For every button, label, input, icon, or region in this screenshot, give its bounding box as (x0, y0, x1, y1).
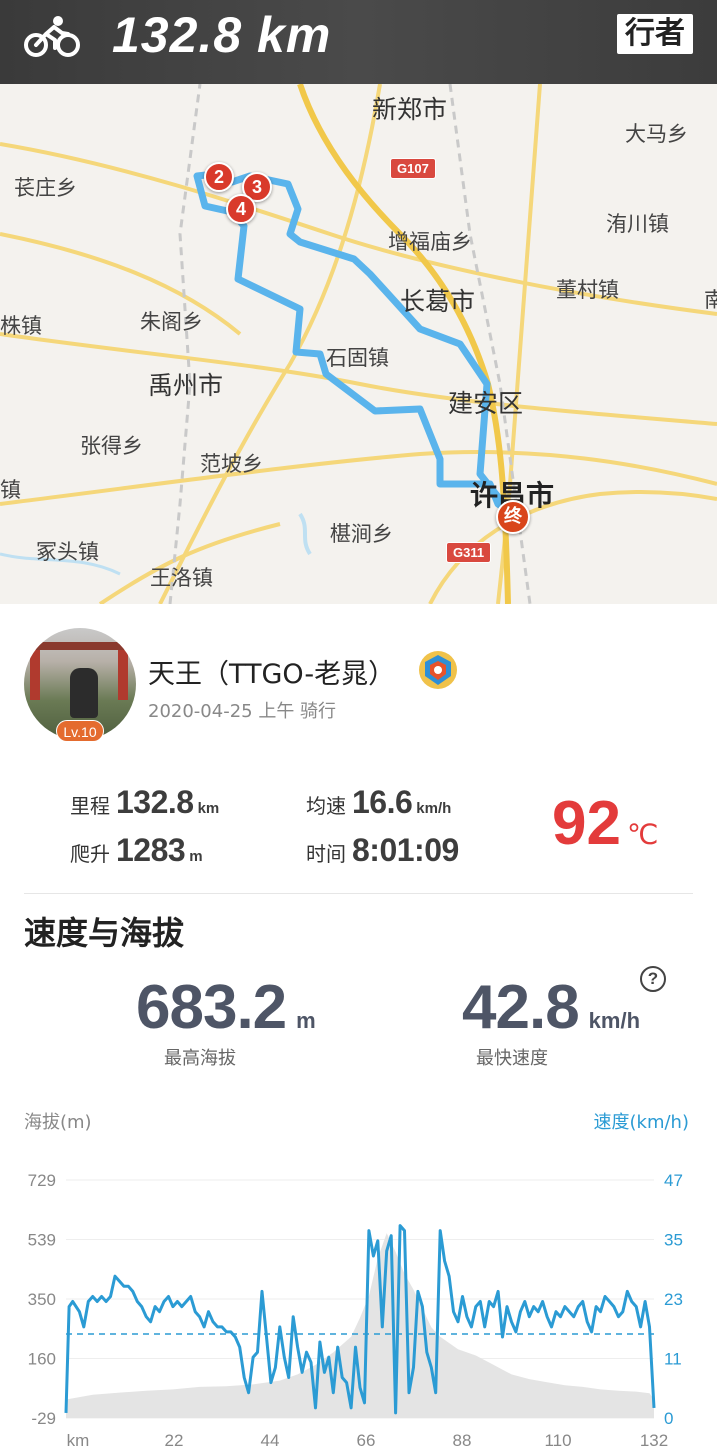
left-tick-label: 729 (28, 1171, 56, 1190)
max-altitude-unit: m (296, 1008, 316, 1033)
temperature-value: 92 (552, 789, 621, 858)
map-label: 新郑市 (372, 95, 448, 124)
map-label: 范坡乡 (200, 452, 263, 476)
map-label: 大马乡 (625, 122, 688, 146)
user-name[interactable]: 天王（TTGO-老晁） (148, 652, 395, 691)
map-label: 朱阁乡 (140, 310, 203, 334)
map-label: 南 (704, 288, 717, 312)
max-speed-caption: 最快速度 (476, 1048, 548, 1069)
temperature: 92 ℃ (552, 788, 658, 859)
max-speed-value: 42.8 (462, 973, 580, 1042)
map-label: 增福庙乡 (388, 230, 472, 254)
map-label: 椹涧乡 (330, 522, 393, 546)
stat-value: 1283 (116, 832, 186, 868)
left-tick-label: 160 (28, 1350, 56, 1369)
map-label: 石固镇 (326, 346, 389, 370)
left-axis-title: 海拔(m) (24, 1112, 92, 1133)
map-label: 长葛市 (400, 287, 476, 316)
ride-meta: 2020-04-25 上午 骑行 (148, 701, 337, 722)
route-marker[interactable]: 2 (204, 162, 234, 192)
temperature-unit: ℃ (626, 818, 659, 851)
rank-badge-icon (419, 651, 457, 689)
stat-time: 时间 8:01:09 (306, 832, 459, 869)
max-altitude-value: 683.2 (136, 973, 287, 1042)
stat-value: 8:01:09 (352, 832, 459, 868)
map-label: 建安区 (448, 389, 524, 418)
route-map[interactable]: 新郑市 大马乡 苌庄乡 洧川镇 增福庙乡 董村镇 长葛市 株镇 朱阁乡 石固镇 … (0, 84, 717, 604)
road-sign-g107: G107 (390, 158, 436, 179)
stat-value: 16.6 (352, 784, 413, 820)
right-tick-label: 0 (664, 1409, 673, 1428)
stat-unit: m (189, 848, 203, 865)
map-label: 冢头镇 (36, 540, 99, 564)
x-tick-label: 44 (261, 1431, 280, 1450)
map-label: 董村镇 (556, 278, 619, 302)
stat-label: 爬升 (70, 842, 110, 866)
stat-distance: 里程 132.8 km (70, 784, 219, 821)
stat-climb: 爬升 1283 m (70, 832, 203, 869)
map-label: 王洛镇 (150, 566, 213, 590)
stat-unit: km (197, 800, 220, 817)
map-label: 洧川镇 (606, 212, 669, 236)
ride-distance-title: 132.8 km (112, 7, 332, 63)
x-tick-label: 110 (544, 1431, 571, 1450)
max-altitude: 683.2 m (136, 972, 316, 1043)
stat-unit: km/h (416, 800, 452, 817)
stat-label: 里程 (70, 794, 110, 818)
max-speed: 42.8 km/h (462, 972, 640, 1043)
x-tick-label: 22 (165, 1431, 184, 1450)
stat-label: 均速 (306, 794, 346, 818)
left-tick-label: -29 (31, 1409, 56, 1428)
end-marker[interactable]: 终 (496, 500, 530, 534)
map-label: 苌庄乡 (14, 176, 77, 200)
brand-logo[interactable]: 行者 (617, 14, 693, 54)
map-label: 株镇 (0, 314, 42, 338)
x-tick-label: 88 (453, 1431, 472, 1450)
section-title: 速度与海拔 (24, 914, 185, 952)
map-label: 镇 (0, 478, 21, 502)
max-speed-unit: km/h (588, 1008, 641, 1033)
right-axis-title: 速度(km/h) (593, 1112, 689, 1133)
x-tick-label: km (67, 1431, 90, 1450)
left-tick-label: 350 (28, 1290, 56, 1309)
bicycle-icon (24, 16, 80, 57)
top-bar: 132.8 km 行者 (0, 0, 717, 84)
left-tick-label: 539 (28, 1231, 56, 1250)
stat-avg-speed: 均速 16.6 km/h (306, 784, 451, 821)
x-tick-label: 132 (640, 1431, 668, 1450)
help-icon[interactable]: ? (640, 966, 666, 992)
right-tick-label: 11 (664, 1350, 682, 1369)
speed-altitude-chart[interactable]: 729 47 539 35 350 23 160 11 -29 0 km 22 44 66 88 110 132 (0, 1140, 717, 1450)
road-sign-g311: G311 (446, 542, 492, 563)
max-altitude-caption: 最高海拔 (164, 1048, 236, 1069)
stat-value: 132.8 (116, 784, 194, 820)
map-label: 张得乡 (80, 434, 143, 458)
stat-label: 时间 (306, 842, 346, 866)
right-tick-label: 35 (664, 1231, 683, 1250)
right-tick-label: 23 (664, 1290, 683, 1309)
route-marker[interactable]: 4 (226, 194, 256, 224)
x-tick-label: 66 (357, 1431, 376, 1450)
map-label: 禹州市 (148, 371, 224, 400)
divider (24, 893, 693, 894)
level-badge: Lv.10 (56, 720, 104, 742)
right-tick-label: 47 (664, 1171, 683, 1190)
